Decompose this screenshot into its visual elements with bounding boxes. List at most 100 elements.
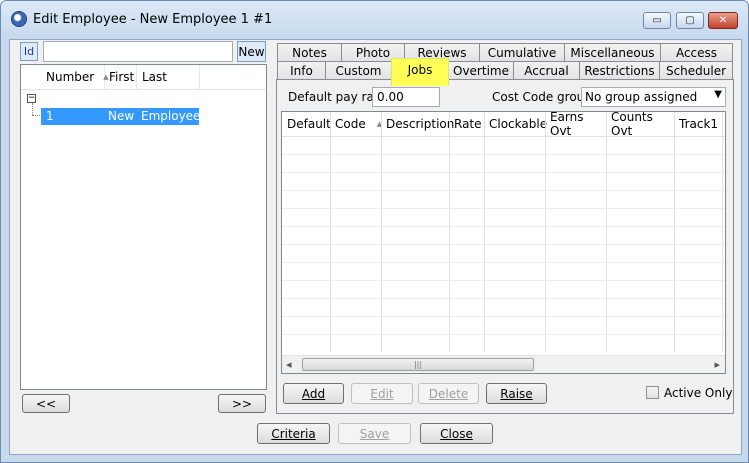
close-button[interactable]: Close: [420, 423, 493, 444]
tab-custom-label: Custom: [335, 63, 382, 78]
title-bar[interactable]: Edit Employee - New Employee 1 #1 ▭ ▢ ✕: [1, 1, 748, 39]
employee-tree-list[interactable]: Number ▲ First Last − 1 New Employee 1: [20, 64, 267, 390]
column-last[interactable]: Last: [137, 65, 200, 89]
chevron-down-icon[interactable]: ▼: [714, 89, 722, 100]
tab-jobs-label: Jobs: [407, 63, 433, 77]
col-clockable[interactable]: Clockable: [484, 113, 548, 135]
add-button[interactable]: Add: [283, 383, 344, 404]
tab-notes-label: Notes: [292, 45, 327, 60]
delete-label: Delete: [428, 386, 469, 401]
id-search-button[interactable]: Id: [20, 42, 38, 61]
tab-miscellaneous[interactable]: Miscellaneous: [564, 43, 661, 61]
tab-overtime[interactable]: Overtime: [448, 61, 514, 79]
grid-row-line: [282, 298, 725, 299]
employee-row-selected[interactable]: 1 New Employee 1: [41, 108, 200, 137]
grid-row-line: [282, 244, 725, 245]
col-counts-ovt-label: Counts Ovt: [611, 111, 653, 138]
tree-collapse-icon[interactable]: −: [27, 94, 36, 103]
edit-label: Edit: [370, 386, 394, 401]
grid-row-line: [282, 208, 725, 209]
col-default[interactable]: Default: [282, 113, 331, 135]
tab-info-label: Info: [290, 63, 313, 78]
col-clockable-label: Clockable: [489, 117, 548, 131]
new-label: New: [238, 44, 265, 59]
active-only-checkbox[interactable]: [646, 386, 659, 399]
jobs-grid[interactable]: Default Code ▲ Description Rate Clockable…: [281, 111, 726, 374]
maximize-button[interactable]: ▢: [676, 12, 704, 29]
tab-access-label: Access: [675, 45, 718, 60]
scroll-grip-icon: |||: [413, 360, 423, 369]
employee-list-header: Number ▲ First Last: [21, 65, 266, 90]
col-track1-label: Track1: [679, 117, 719, 131]
scroll-left-icon[interactable]: ◂: [286, 358, 292, 371]
grid-row-line: [282, 280, 725, 281]
active-only-label: Active Only: [664, 386, 733, 400]
horizontal-scrollbar[interactable]: ◂ ||| ▸: [282, 355, 725, 373]
tab-cumulative[interactable]: Cumulative: [479, 43, 565, 61]
id-input[interactable]: [43, 41, 233, 62]
grid-row-line: [282, 334, 725, 335]
close-window-button[interactable]: ✕: [708, 12, 738, 29]
delete-button[interactable]: Delete: [418, 383, 479, 404]
scroll-right-icon[interactable]: ▸: [714, 358, 720, 371]
raise-label: Raise: [500, 386, 533, 401]
tab-notes[interactable]: Notes: [277, 43, 342, 61]
column-first[interactable]: First: [105, 65, 137, 89]
edit-employee-window: Edit Employee - New Employee 1 #1 ▭ ▢ ✕ …: [0, 0, 749, 463]
save-button[interactable]: Save: [338, 423, 411, 444]
column-number-label: Number: [46, 70, 95, 84]
tab-jobs[interactable]: Jobs: [391, 58, 449, 86]
row-last: Employee 1: [141, 109, 201, 137]
tab-accrual-label: Accrual: [524, 63, 569, 78]
tab-miscellaneous-label: Miscellaneous: [570, 45, 655, 60]
dialog-body: Id New Number ▲ First Last − 1 New Employ…: [9, 39, 742, 455]
grid-row-line: [282, 154, 725, 155]
col-counts-ovt[interactable]: Counts Ovt: [606, 111, 674, 138]
tab-restrictions[interactable]: Restrictions: [579, 61, 660, 79]
edit-button[interactable]: Edit: [351, 383, 413, 404]
criteria-button[interactable]: Criteria: [257, 423, 330, 444]
column-first-label: First: [109, 70, 135, 84]
tab-accrual[interactable]: Accrual: [513, 61, 580, 79]
maximize-icon: ▢: [685, 15, 695, 26]
col-description[interactable]: Description: [381, 113, 454, 135]
pay-rate-input[interactable]: 0.00: [372, 87, 440, 107]
close-icon: ✕: [718, 15, 728, 26]
next-button[interactable]: >>: [218, 394, 266, 413]
save-label: Save: [359, 426, 390, 441]
previous-label: <<: [35, 396, 57, 411]
row-number: 1: [46, 109, 54, 123]
grid-row-line: [282, 190, 725, 191]
col-earns-ovt-label: Earns Ovt: [550, 111, 584, 138]
col-earns-ovt[interactable]: Earns Ovt: [545, 111, 606, 138]
id-label: Id: [23, 45, 35, 58]
cost-code-select[interactable]: No group assigned ▼: [581, 87, 726, 107]
tab-cumulative-label: Cumulative: [487, 45, 557, 60]
new-employee-button[interactable]: New: [237, 41, 266, 62]
col-track1[interactable]: Track1: [674, 113, 725, 135]
criteria-label: Criteria: [271, 426, 316, 441]
column-number[interactable]: Number ▲: [41, 65, 109, 89]
tab-info[interactable]: Info: [277, 61, 326, 79]
window-title: Edit Employee - New Employee 1 #1: [33, 12, 273, 27]
row-first: New: [108, 109, 135, 123]
add-label: Add: [301, 386, 326, 401]
col-default-label: Default: [287, 117, 331, 131]
previous-button[interactable]: <<: [22, 394, 70, 413]
minimize-button[interactable]: ▭: [643, 12, 671, 29]
grid-row-line: [282, 172, 725, 173]
col-rate[interactable]: Rate: [449, 113, 484, 135]
col-description-label: Description: [386, 117, 455, 131]
scroll-thumb[interactable]: |||: [302, 358, 534, 371]
tab-custom[interactable]: Custom: [325, 61, 392, 79]
tab-access[interactable]: Access: [660, 43, 733, 61]
tree-connector-h: [32, 115, 40, 117]
tab-scheduler[interactable]: Scheduler: [659, 61, 733, 79]
minimize-icon: ▭: [652, 15, 662, 26]
tab-photo-label: Photo: [355, 45, 391, 60]
tree-connector-v: [32, 103, 34, 115]
tab-overtime-label: Overtime: [453, 63, 509, 78]
grid-row-line: [282, 316, 725, 317]
raise-button[interactable]: Raise: [486, 383, 547, 404]
col-code[interactable]: Code ▲: [330, 113, 382, 135]
